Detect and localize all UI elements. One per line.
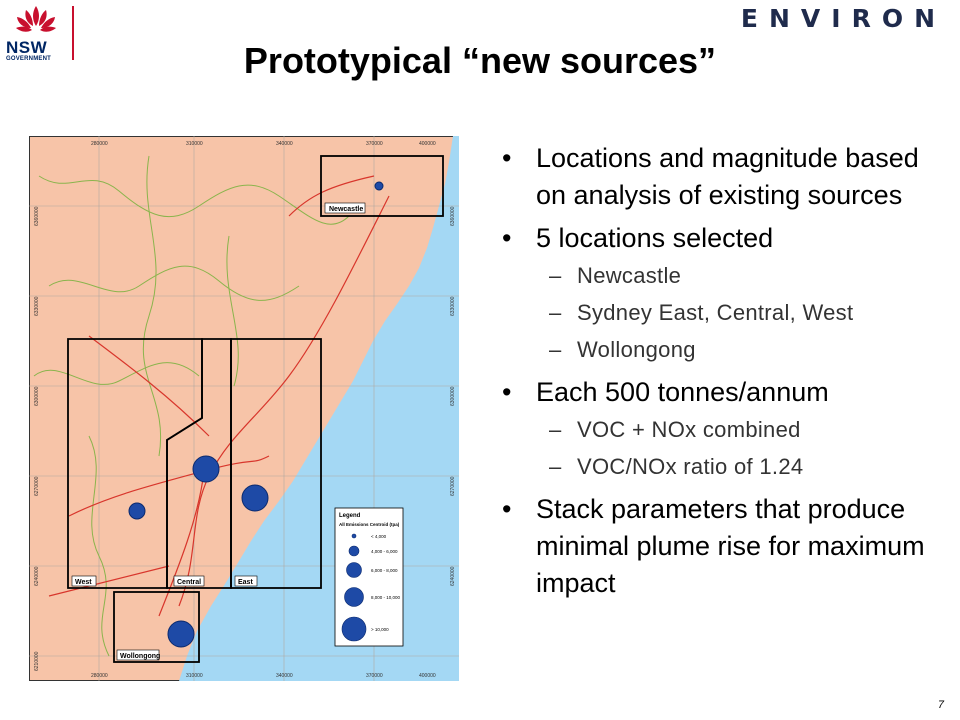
bullet-dot-icon: • (502, 143, 512, 173)
sub-bullet-text: VOC/NOx ratio of 1.24 (577, 454, 804, 479)
bullet-dot-icon: • (502, 377, 512, 407)
easting-tick-bottom-4: 370000 (366, 673, 383, 679)
source-east (241, 484, 269, 512)
easting-tick-bottom-3: 340000 (276, 673, 293, 679)
northing-tick-right-2: 6330000 (450, 296, 456, 316)
easting-tick-bottom-2: 310000 (186, 673, 203, 679)
northing-tick-4: 6270000 (34, 476, 40, 496)
easting-tick-bottom-5: 400000 (419, 673, 436, 679)
bullet-list: • Locations and magnitude based on analys… (500, 140, 950, 608)
sub-bullet-item: – VOC/NOx ratio of 1.24 (500, 454, 950, 480)
bullet-item: • Stack parameters that produce minimal p… (500, 491, 950, 602)
northing-tick-5: 6240000 (34, 566, 40, 586)
northing-tick-right-1: 6360000 (450, 206, 456, 226)
sub-bullet-text: Newcastle (577, 263, 682, 288)
sub-bullet-item: – VOC + NOx combined (500, 417, 950, 443)
map-legend: Legend All Emissions Centroid (tpa) < 4,… (334, 507, 404, 647)
northing-tick-right-5: 6240000 (450, 566, 456, 586)
sub-bullet-text: Wollongong (577, 337, 696, 362)
source-central (192, 455, 220, 483)
map-label-wollongong: Wollongong (120, 653, 160, 660)
map-label-east: East (238, 579, 253, 586)
dash-icon: – (549, 263, 562, 288)
legend-item-1: < 4,000 (371, 534, 387, 539)
dash-icon: – (549, 454, 562, 479)
northing-tick-right-4: 6270000 (450, 476, 456, 496)
legend-item-3: 6,000 - 8,000 (371, 568, 398, 573)
bullet-item: • Locations and magnitude based on analys… (500, 140, 950, 214)
dash-icon: – (549, 417, 562, 442)
sub-bullet-text: VOC + NOx combined (577, 417, 801, 442)
easting-tick-1: 280000 (91, 141, 108, 147)
bullet-item: • 5 locations selected (500, 220, 950, 257)
bullet-dot-icon: • (502, 494, 512, 524)
northing-tick-6: 6210000 (34, 651, 40, 671)
easting-tick-2: 310000 (186, 141, 203, 147)
page-number: 7 (937, 699, 944, 711)
easting-tick-3: 340000 (276, 141, 293, 147)
dash-icon: – (549, 300, 562, 325)
map-label-central: Central (177, 579, 201, 586)
source-newcastle (374, 181, 384, 191)
bullet-text: 5 locations selected (536, 223, 774, 253)
sub-bullet-item: – Sydney East, Central, West (500, 300, 950, 326)
sub-bullet-item: – Wollongong (500, 337, 950, 363)
sources-map: Newcastle West Central East Wollongong 2… (29, 136, 459, 681)
sub-bullet-item: – Newcastle (500, 263, 950, 289)
dash-icon: – (549, 337, 562, 362)
legend-item-2: 4,000 - 6,000 (371, 549, 398, 554)
map-label-newcastle: Newcastle (329, 206, 363, 213)
bullet-item: • Each 500 tonnes/annum (500, 374, 950, 411)
easting-tick-5: 400000 (419, 141, 436, 147)
legend-item-5: > 10,000 (371, 627, 389, 632)
easting-tick-bottom-1: 280000 (91, 673, 108, 679)
northing-tick-1: 6360000 (34, 206, 40, 226)
bullet-dot-icon: • (502, 223, 512, 253)
bullet-text: Stack parameters that produce minimal pl… (536, 494, 925, 598)
map-label-west: West (75, 579, 92, 586)
legend-title: Legend (339, 513, 361, 519)
environ-logo: ENVIRON (740, 4, 946, 33)
slide-title: Prototypical “new sources” (243, 40, 717, 81)
northing-tick-2: 6330000 (34, 296, 40, 316)
bullet-text: Locations and magnitude based on analysi… (536, 143, 919, 210)
northing-tick-3: 6300000 (34, 386, 40, 406)
bullet-text: Each 500 tonnes/annum (536, 377, 829, 407)
legend-item-4: 8,000 - 10,000 (371, 595, 401, 600)
legend-subtitle: All Emissions Centroid (tpa) (339, 522, 400, 527)
source-wollongong (167, 620, 195, 648)
easting-tick-4: 370000 (366, 141, 383, 147)
northing-tick-right-3: 6300000 (450, 386, 456, 406)
source-west (128, 502, 146, 520)
sub-bullet-text: Sydney East, Central, West (577, 300, 854, 325)
